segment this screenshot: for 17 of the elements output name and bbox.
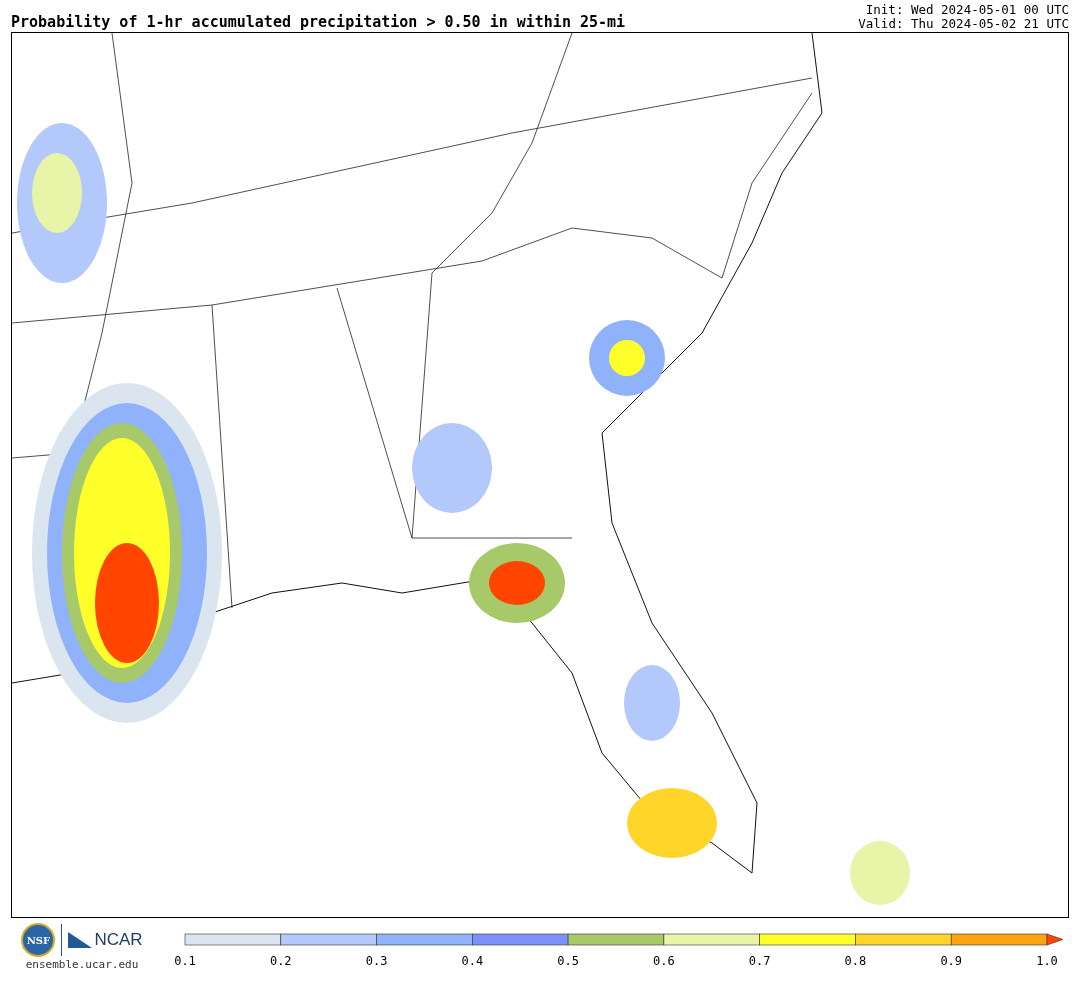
colorbar-tick-label: 0.6: [653, 954, 675, 968]
init-time: Init: Wed 2024-05-01 00 UTC: [865, 3, 1069, 17]
ncar-mark-icon: [68, 930, 93, 950]
colorbar-tick-label: 0.1: [175, 954, 196, 968]
colorbar-tick-label: 0.4: [461, 954, 484, 968]
valid-time: Valid: Thu 2024-05-02 21 UTC: [858, 17, 1069, 31]
colorbar-tick-label: 0.2: [269, 954, 292, 968]
chart-title: Probability of 1-hr accumulated precipitation > 0.50 in within 25-mi: [11, 13, 626, 31]
site-url: ensemble.ucar.edu: [25, 958, 139, 971]
colorbar-tick-label: 0.8: [844, 954, 867, 968]
colorbar-tick-label: 0.5: [557, 954, 579, 968]
colorbar-tick-label: 1.0: [1036, 954, 1058, 968]
nsf-logo: NSF: [21, 923, 56, 957]
colorbar-tick-label: 0.7: [748, 954, 771, 968]
colorbar-tick-label: 0.9: [940, 954, 963, 968]
ncar-logo: NCAR: [94, 930, 143, 950]
colorbar-tick-label: 0.3: [365, 954, 388, 968]
